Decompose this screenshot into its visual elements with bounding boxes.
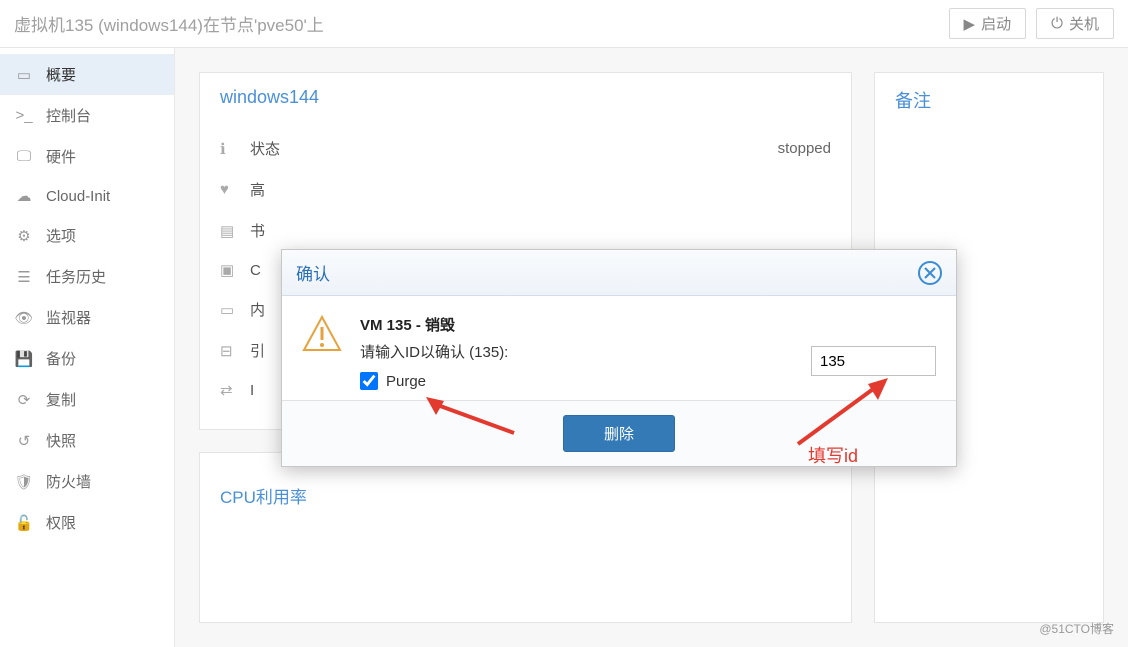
sidebar-item-label: Cloud-Init xyxy=(46,188,110,205)
modal-title: 确认 xyxy=(296,260,330,285)
shield-icon: 🛡 xyxy=(14,473,34,491)
sidebar-item-backup[interactable]: 💾 备份 xyxy=(0,338,174,379)
sidebar-item-hardware[interactable]: 🖵 硬件 xyxy=(0,136,174,177)
sidebar-item-label: 硬件 xyxy=(46,146,76,167)
sidebar-item-monitor[interactable]: 👁 监视器 xyxy=(0,297,174,338)
summary-row: ▤书 xyxy=(220,210,831,251)
sidebar-item-label: 概要 xyxy=(46,64,76,85)
start-button-label: 启动 xyxy=(981,13,1011,34)
sidebar-item-replication[interactable]: ⟳ 复制 xyxy=(0,379,174,420)
status-label: 状态 xyxy=(250,138,778,159)
modal-line1: VM 135 - 销毁 xyxy=(360,314,936,335)
summary-panel-title: windows144 xyxy=(200,73,851,122)
sidebar-item-cloudinit[interactable]: ☁ Cloud-Init xyxy=(0,177,174,215)
sidebar-item-label: 权限 xyxy=(46,512,76,533)
sidebar-item-task-history[interactable]: ☰ 任务历史 xyxy=(0,256,174,297)
sidebar-item-label: 快照 xyxy=(46,430,76,451)
play-icon: ▶ xyxy=(964,15,976,33)
confirm-modal: 确认 VM 135 - 销毁 请输入ID以确认 (135): Purge 删除 xyxy=(281,249,957,467)
db-icon: ▤ xyxy=(220,222,250,240)
sidebar-item-permissions[interactable]: 🔓 权限 xyxy=(0,502,174,543)
swap-icon: ⇄ xyxy=(220,381,250,399)
confirm-id-field[interactable] xyxy=(811,346,936,376)
heart-icon: ♥ xyxy=(220,181,250,198)
memory-icon: ▭ xyxy=(220,301,250,319)
gear-icon: ⚙ xyxy=(14,227,34,245)
shutdown-button-label: 关机 xyxy=(1069,13,1099,34)
title-bar: 虚拟机135 (windows144)在节点'pve50'上 ▶ 启动 ⏻ 关机 xyxy=(0,0,1128,48)
sidebar-item-snapshots[interactable]: ↺ 快照 xyxy=(0,420,174,461)
disk-icon: ⊟ xyxy=(220,342,250,360)
eye-icon: 👁 xyxy=(14,309,34,327)
cloud-icon: ☁ xyxy=(14,187,34,205)
sidebar-item-label: 控制台 xyxy=(46,105,91,126)
sidebar-item-firewall[interactable]: 🛡 防火墙 xyxy=(0,461,174,502)
warning-icon xyxy=(302,314,342,362)
terminal-icon: >_ xyxy=(14,107,34,124)
cpu-icon: ▣ xyxy=(220,261,250,279)
sidebar-item-label: 选项 xyxy=(46,225,76,246)
history-icon: ↺ xyxy=(14,432,34,450)
start-button[interactable]: ▶ 启动 xyxy=(949,8,1027,39)
sidebar-item-label: 防火墙 xyxy=(46,471,91,492)
save-icon: 💾 xyxy=(14,350,34,368)
sidebar-item-label: 备份 xyxy=(46,348,76,369)
summary-row-label: 高 xyxy=(250,179,831,200)
sidebar-item-console[interactable]: >_ 控制台 xyxy=(0,95,174,136)
list-icon: ☰ xyxy=(14,268,34,286)
modal-header[interactable]: 确认 xyxy=(282,250,956,296)
notes-panel-title: 备注 xyxy=(875,73,1103,127)
close-icon[interactable] xyxy=(918,261,942,285)
sync-icon: ⟳ xyxy=(14,391,34,409)
power-icon: ⏻ xyxy=(1051,15,1063,32)
monitor-icon: 🖵 xyxy=(14,148,34,165)
sidebar: ▭ 概要 >_ 控制台 🖵 硬件 ☁ Cloud-Init ⚙ 选项 ☰ 任务历史 👁 监视器… xyxy=(0,48,175,647)
delete-button[interactable]: 删除 xyxy=(563,415,675,452)
watermark: @51CTO博客 xyxy=(1039,620,1114,637)
page-title: 虚拟机135 (windows144)在节点'pve50'上 xyxy=(14,11,324,36)
status-value: stopped xyxy=(778,140,831,157)
sidebar-item-label: 任务历史 xyxy=(46,266,106,287)
sidebar-item-label: 监视器 xyxy=(46,307,91,328)
sidebar-item-options[interactable]: ⚙ 选项 xyxy=(0,215,174,256)
shutdown-button[interactable]: ⏻ 关机 xyxy=(1036,8,1114,39)
sidebar-item-summary[interactable]: ▭ 概要 xyxy=(0,54,174,95)
summary-row: ♥高 xyxy=(220,169,831,210)
status-row: ℹ状态stopped xyxy=(220,128,831,169)
purge-label: Purge xyxy=(386,373,426,390)
lock-icon: 🔓 xyxy=(14,514,34,532)
sidebar-item-label: 复制 xyxy=(46,389,76,410)
book-icon: ▭ xyxy=(14,66,34,84)
purge-checkbox[interactable] xyxy=(360,372,378,390)
info-icon: ℹ xyxy=(220,140,250,158)
cpu-panel: CPU利用率 xyxy=(199,452,852,623)
summary-row-label: 书 xyxy=(250,220,831,241)
